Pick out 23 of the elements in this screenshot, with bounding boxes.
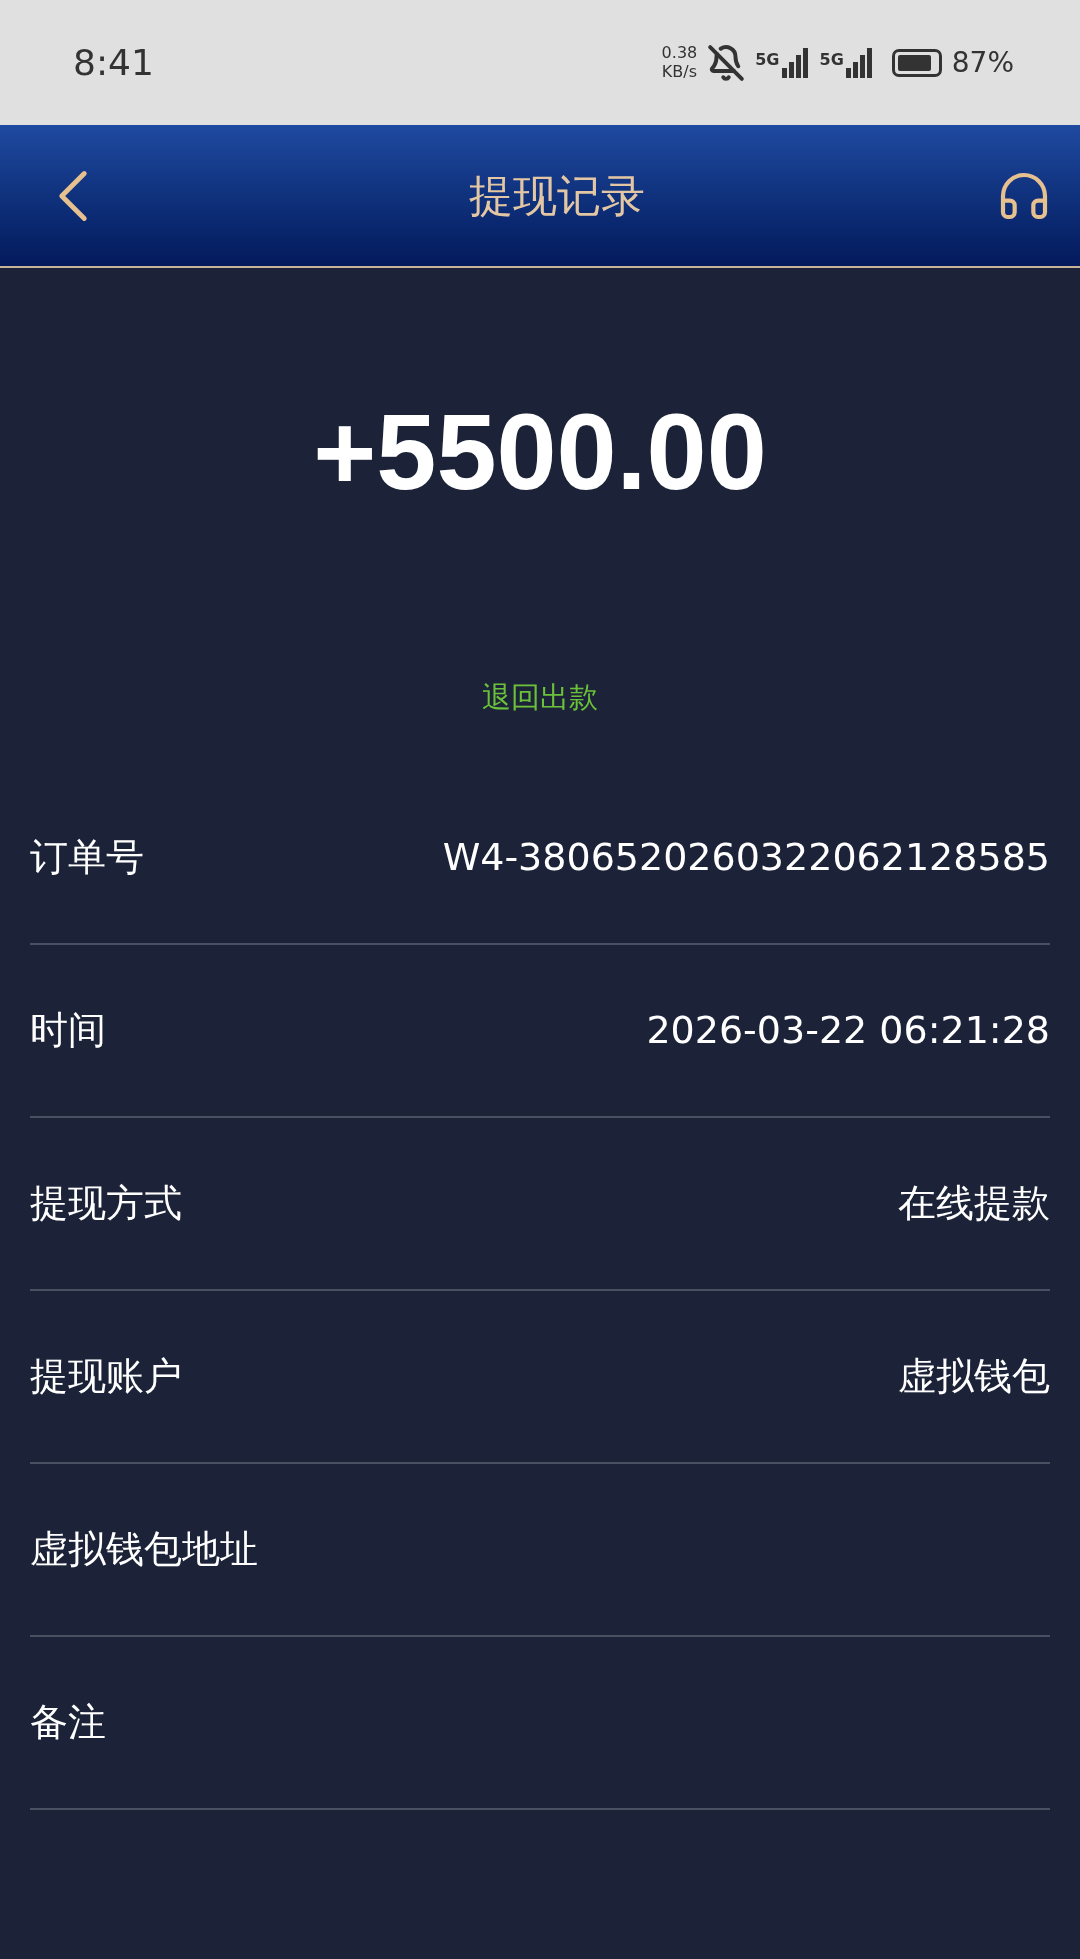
amount: +5500.00 <box>313 398 767 506</box>
muted-bell-icon <box>707 43 746 82</box>
detail-label: 提现账户 <box>30 1352 182 1400</box>
detail-value: 在线提款 <box>898 1179 1050 1227</box>
detail-label: 备注 <box>30 1698 106 1746</box>
detail-value: 2026-03-22 06:21:28 <box>646 1006 1050 1054</box>
status-time: 8:41 <box>73 40 154 85</box>
signal-icon <box>781 47 810 78</box>
network-speed: 0.38 <box>661 45 698 61</box>
detail-label: 提现方式 <box>30 1179 182 1227</box>
detail-label: 虚拟钱包地址 <box>30 1525 258 1573</box>
detail-label: 订单号 <box>30 833 144 881</box>
page-title: 提现记录 <box>469 168 645 223</box>
battery-icon <box>891 48 942 77</box>
detail-value: W4-3806520260322062128585 <box>442 833 1050 881</box>
detail-value: 虚拟钱包 <box>898 1352 1050 1400</box>
withdrawal-status: 退回出款 <box>482 679 598 716</box>
signal-icon <box>845 47 874 78</box>
battery-percent: 87% <box>951 44 1014 81</box>
network-speed-unit: KB/s <box>661 64 697 80</box>
network-type: 5G <box>819 48 844 71</box>
network-type: 5G <box>755 48 780 71</box>
detail-label: 时间 <box>30 1006 106 1054</box>
